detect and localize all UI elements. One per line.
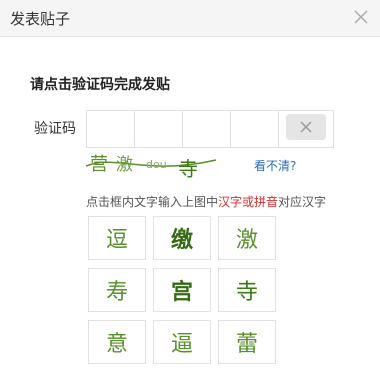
- captcha-input-slot[interactable]: [87, 111, 135, 147]
- captcha-label: 验证码: [34, 121, 76, 137]
- char-option[interactable]: 寿: [88, 268, 146, 312]
- dialog-title: 发表贴子: [10, 10, 71, 28]
- char-grid: 逗 缴 激 寿 宫 寺 意 逼 蕾: [88, 216, 278, 364]
- clear-button[interactable]: [286, 114, 326, 140]
- instruction-highlight: 汉字或拼音: [218, 195, 279, 209]
- captcha-input-slot[interactable]: [183, 111, 231, 147]
- instruction-prefix: 点击框内文字输入上图中: [86, 195, 219, 209]
- captcha-char: 寺: [178, 157, 198, 181]
- char-option[interactable]: 蕾: [218, 320, 276, 364]
- dialog-titlebar: 发表贴子: [0, 0, 380, 37]
- captcha-input-slot[interactable]: [231, 111, 279, 147]
- captcha-heading: 请点击验证码完成发贴: [30, 77, 170, 93]
- char-option[interactable]: 宫: [153, 268, 211, 312]
- char-option[interactable]: 意: [88, 320, 146, 364]
- post-dialog: 发表贴子 请点击验证码完成发贴 验证码 营 激 dou 寺 看不清? 点击框内文…: [0, 0, 380, 391]
- refresh-captcha-link[interactable]: 看不清?: [254, 157, 296, 174]
- close-icon-graphic: [354, 10, 368, 24]
- captcha-graphic: 营 激 dou 寺: [85, 154, 217, 181]
- close-icon[interactable]: [352, 8, 370, 26]
- clear-icon: [300, 121, 312, 133]
- captcha-input-slot[interactable]: [135, 111, 183, 147]
- captcha-char: 营: [90, 154, 108, 175]
- instruction-suffix: 对应汉字: [278, 195, 327, 209]
- char-option[interactable]: 逼: [153, 320, 211, 364]
- captcha-char: dou: [146, 158, 167, 171]
- char-option[interactable]: 逗: [88, 216, 146, 260]
- captcha-image: 营 激 dou 寺: [85, 146, 226, 186]
- char-option[interactable]: 寺: [218, 268, 276, 312]
- captcha-instruction: 点击框内文字输入上图中汉字或拼音对应汉字: [86, 193, 326, 210]
- char-option[interactable]: 缴: [153, 216, 211, 260]
- captcha-char: 激: [116, 155, 133, 175]
- char-option[interactable]: 激: [218, 216, 276, 260]
